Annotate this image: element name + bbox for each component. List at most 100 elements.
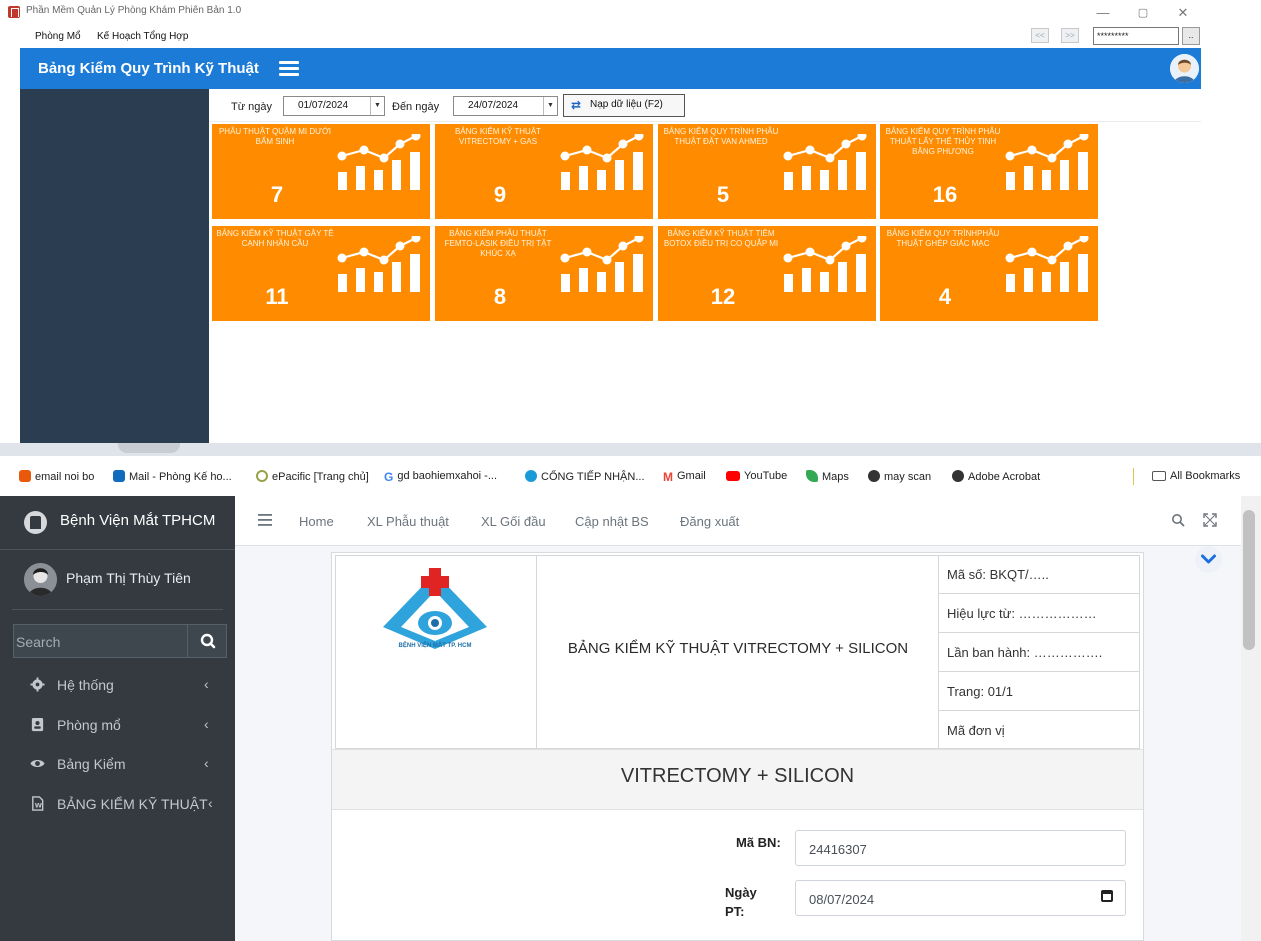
scrollbar-thumb[interactable] <box>1243 510 1255 650</box>
dashboard-tile[interactable]: PHẪU THUẬT QUẶM MI DƯỚI BẨM SINH 7 <box>212 124 430 219</box>
chevron-left-icon: ‹ <box>204 716 209 732</box>
hospital-logo-caption: BỆNH VIỆN MẮT TP. HCM <box>398 643 472 649</box>
avatar <box>24 563 57 596</box>
dashboard-tile[interactable]: BẢNG KIỂM QUY TRÌNH PHẪU THUẬT ĐẶT VAN A… <box>658 124 876 219</box>
chevron-down-icon <box>1201 554 1216 564</box>
page-title: Bảng Kiểm Quy Trình Kỹ Thuật <box>38 60 259 77</box>
brand-logo-icon <box>24 511 47 534</box>
nav-cap-nhat-bs[interactable]: Cập nhật BS <box>575 514 649 529</box>
bookmark-youtube[interactable]: YouTube <box>726 470 787 482</box>
nav-xl-phau-thuat[interactable]: XL Phẫu thuật <box>367 514 449 529</box>
desktop-sidebar <box>20 89 209 443</box>
tile-count: 4 <box>938 284 952 309</box>
doc-code: Mã số: BKQT/….. <box>939 555 1140 594</box>
search-button[interactable] <box>187 624 227 658</box>
maps-icon <box>806 470 818 482</box>
procedure-name: VITRECTOMY + SILICON <box>620 765 855 787</box>
brand-name: Bệnh Viện Mắt TPHCM <box>60 512 216 529</box>
nav-dang-xuat[interactable]: Đăng xuất <box>680 514 739 529</box>
prev-button[interactable]: << <box>1031 28 1049 43</box>
bookmark-adobe-acrobat[interactable]: Adobe Acrobat <box>952 470 1040 483</box>
all-bookmarks[interactable]: All Bookmarks <box>1152 470 1240 482</box>
to-date-value: 24/07/2024 <box>468 100 519 111</box>
dashboard-tile[interactable]: BẢNG KIỂM PHẪU THUẬT FEMTO-LASIK ĐIỀU TR… <box>435 226 653 321</box>
user-avatar[interactable] <box>1170 54 1199 83</box>
portal-icon <box>525 470 537 482</box>
svg-text:W: W <box>35 802 43 810</box>
id-card-icon <box>31 717 44 732</box>
bar-chart-icon <box>783 236 867 292</box>
to-date-label: Đến ngày <box>392 101 440 113</box>
tile-count: 5 <box>716 182 730 207</box>
tile-count: 11 <box>265 284 289 309</box>
from-date-picker[interactable]: 01/07/2024 ▼ <box>283 96 385 116</box>
user-panel[interactable]: Phạm Thị Thùy Tiên <box>12 550 223 610</box>
outlook-icon <box>113 470 125 482</box>
person-icon <box>1170 54 1199 83</box>
minimize-button[interactable]: — <box>1086 2 1120 24</box>
app-logo-icon <box>8 6 20 18</box>
sidebar-item-bang-kiem-ky-thuat[interactable]: W BẢNG KIỂM KỸ THUẬT ‹ <box>30 794 225 816</box>
sidebar-item-label: Hệ thống <box>57 677 114 693</box>
tile-label: BẢNG KIỂM QUY TRÌNHPHẪU THUẬT GHÉP GIÁC … <box>886 229 1000 248</box>
doc-page: Trang: 01/1 <box>939 672 1140 711</box>
hamburger-menu-icon[interactable] <box>258 514 272 526</box>
brand-link[interactable]: Bệnh Viện Mắt TPHCM <box>0 496 235 550</box>
tile-label: BẢNG KIỂM QUY TRÌNH PHẪU THUẬT LẤY THỂ T… <box>885 127 1001 156</box>
address-bar-fragment <box>118 443 180 453</box>
sidebar-search-input[interactable]: Search <box>13 624 187 658</box>
doc-effective-date: Hiệu lực từ: ……………… <box>939 594 1140 633</box>
dropdown-arrow-icon[interactable]: ▼ <box>370 97 384 115</box>
dashboard-tile[interactable]: BẢNG KIỂM KỸ THUẬT GÂY TÊ CẠNH NHÃN CẦU 1… <box>212 226 430 321</box>
dashboard-tile[interactable]: BẢNG KIỂM KỸ THUẬT VITRECTOMY + GAS 9 <box>435 124 653 219</box>
dashboard-tile[interactable]: BẢNG KIỂM QUY TRÌNHPHẪU THUẬT GHÉP GIÁC … <box>880 226 1098 321</box>
from-date-value: 01/07/2024 <box>298 100 349 111</box>
bookmark-epacific[interactable]: ePacific [Trang chủ] <box>256 470 369 483</box>
fullscreen-icon[interactable] <box>1203 513 1217 527</box>
hamburger-menu-icon[interactable] <box>279 61 299 76</box>
title-bar: Phần Mềm Quản Lý Phòng Khám Phiên Bản 1.… <box>0 0 1212 28</box>
menu-phong-mo[interactable]: Phòng Mổ <box>35 31 81 42</box>
epacific-icon <box>256 470 268 482</box>
sidebar-item-he-thong[interactable]: Hệ thống ‹ <box>30 675 215 697</box>
doc-issue-number: Lần ban hành: ……………. <box>939 633 1140 672</box>
patient-id-field[interactable]: 24416307 <box>795 830 1126 866</box>
maximize-button[interactable]: ▢ <box>1126 2 1160 24</box>
nav-xl-goi-dau[interactable]: XL Gối đầu <box>481 514 546 529</box>
calendar-icon[interactable] <box>1101 890 1113 902</box>
gear-icon <box>30 677 45 692</box>
bookmark-gmail[interactable]: M Gmail <box>663 470 706 484</box>
person-icon <box>24 563 57 596</box>
to-date-picker[interactable]: 24/07/2024 ▼ <box>453 96 558 116</box>
bookmark-cong-tiep-nhan[interactable]: CỔNG TIẾP NHẬN... <box>525 470 645 483</box>
refresh-icon: ⇄ <box>571 98 582 112</box>
menu-ke-hoach-tong-hop[interactable]: Kế Hoạch Tổng Hợp <box>97 31 188 42</box>
dashboard-tile[interactable]: BẢNG KIỂM QUY TRÌNH PHẪU THUẬT LẤY THỂ T… <box>880 124 1098 219</box>
surgery-date-field[interactable]: 08/07/2024 <box>795 880 1126 916</box>
sidebar-item-bang-kiem[interactable]: Bảng Kiểm ‹ <box>30 754 215 776</box>
sidebar-item-phong-mo[interactable]: Phòng mổ ‹ <box>30 715 215 737</box>
chevron-left-icon: ‹ <box>204 676 209 692</box>
next-button[interactable]: >> <box>1061 28 1079 43</box>
sidebar-item-label: Bảng Kiểm <box>57 756 126 772</box>
bookmark-mail-phong-ke-hoach[interactable]: Mail - Phòng Kế ho... <box>113 470 232 483</box>
folder-icon <box>1152 471 1166 481</box>
collapse-button[interactable] <box>1195 546 1222 573</box>
bookmark-email-noi-bo[interactable]: email noi bo <box>19 470 94 483</box>
password-field[interactable]: ********* <box>1093 27 1179 45</box>
bookmark-may-scan[interactable]: may scan <box>868 470 931 483</box>
tile-label: BẢNG KIỂM KỸ THUẬT VITRECTOMY + GAS <box>454 127 542 146</box>
eye-icon <box>30 759 45 768</box>
surgery-date-label-line1: Ngày <box>725 885 757 900</box>
more-button[interactable]: .. <box>1182 27 1200 45</box>
search-icon <box>200 633 216 649</box>
nav-home[interactable]: Home <box>299 514 334 529</box>
close-button[interactable]: ✕ <box>1166 2 1200 24</box>
bookmark-gd-baohiemxahoi[interactable]: Ggd baohiemxahoi -... <box>384 470 497 484</box>
dashboard-tile[interactable]: BẢNG KIỂM KỸ THUẬT TIÊM BOTOX ĐIỀU TRỊ C… <box>658 226 876 321</box>
dropdown-arrow-icon[interactable]: ▼ <box>543 97 557 115</box>
web-top-navbar: Home XL Phẫu thuật XL Gối đầu Cập nhật B… <box>235 496 1241 546</box>
bookmark-maps[interactable]: Maps <box>806 470 849 483</box>
load-data-button[interactable]: ⇄ Nạp dữ liệu (F2) <box>563 94 685 117</box>
search-icon[interactable] <box>1171 513 1185 527</box>
